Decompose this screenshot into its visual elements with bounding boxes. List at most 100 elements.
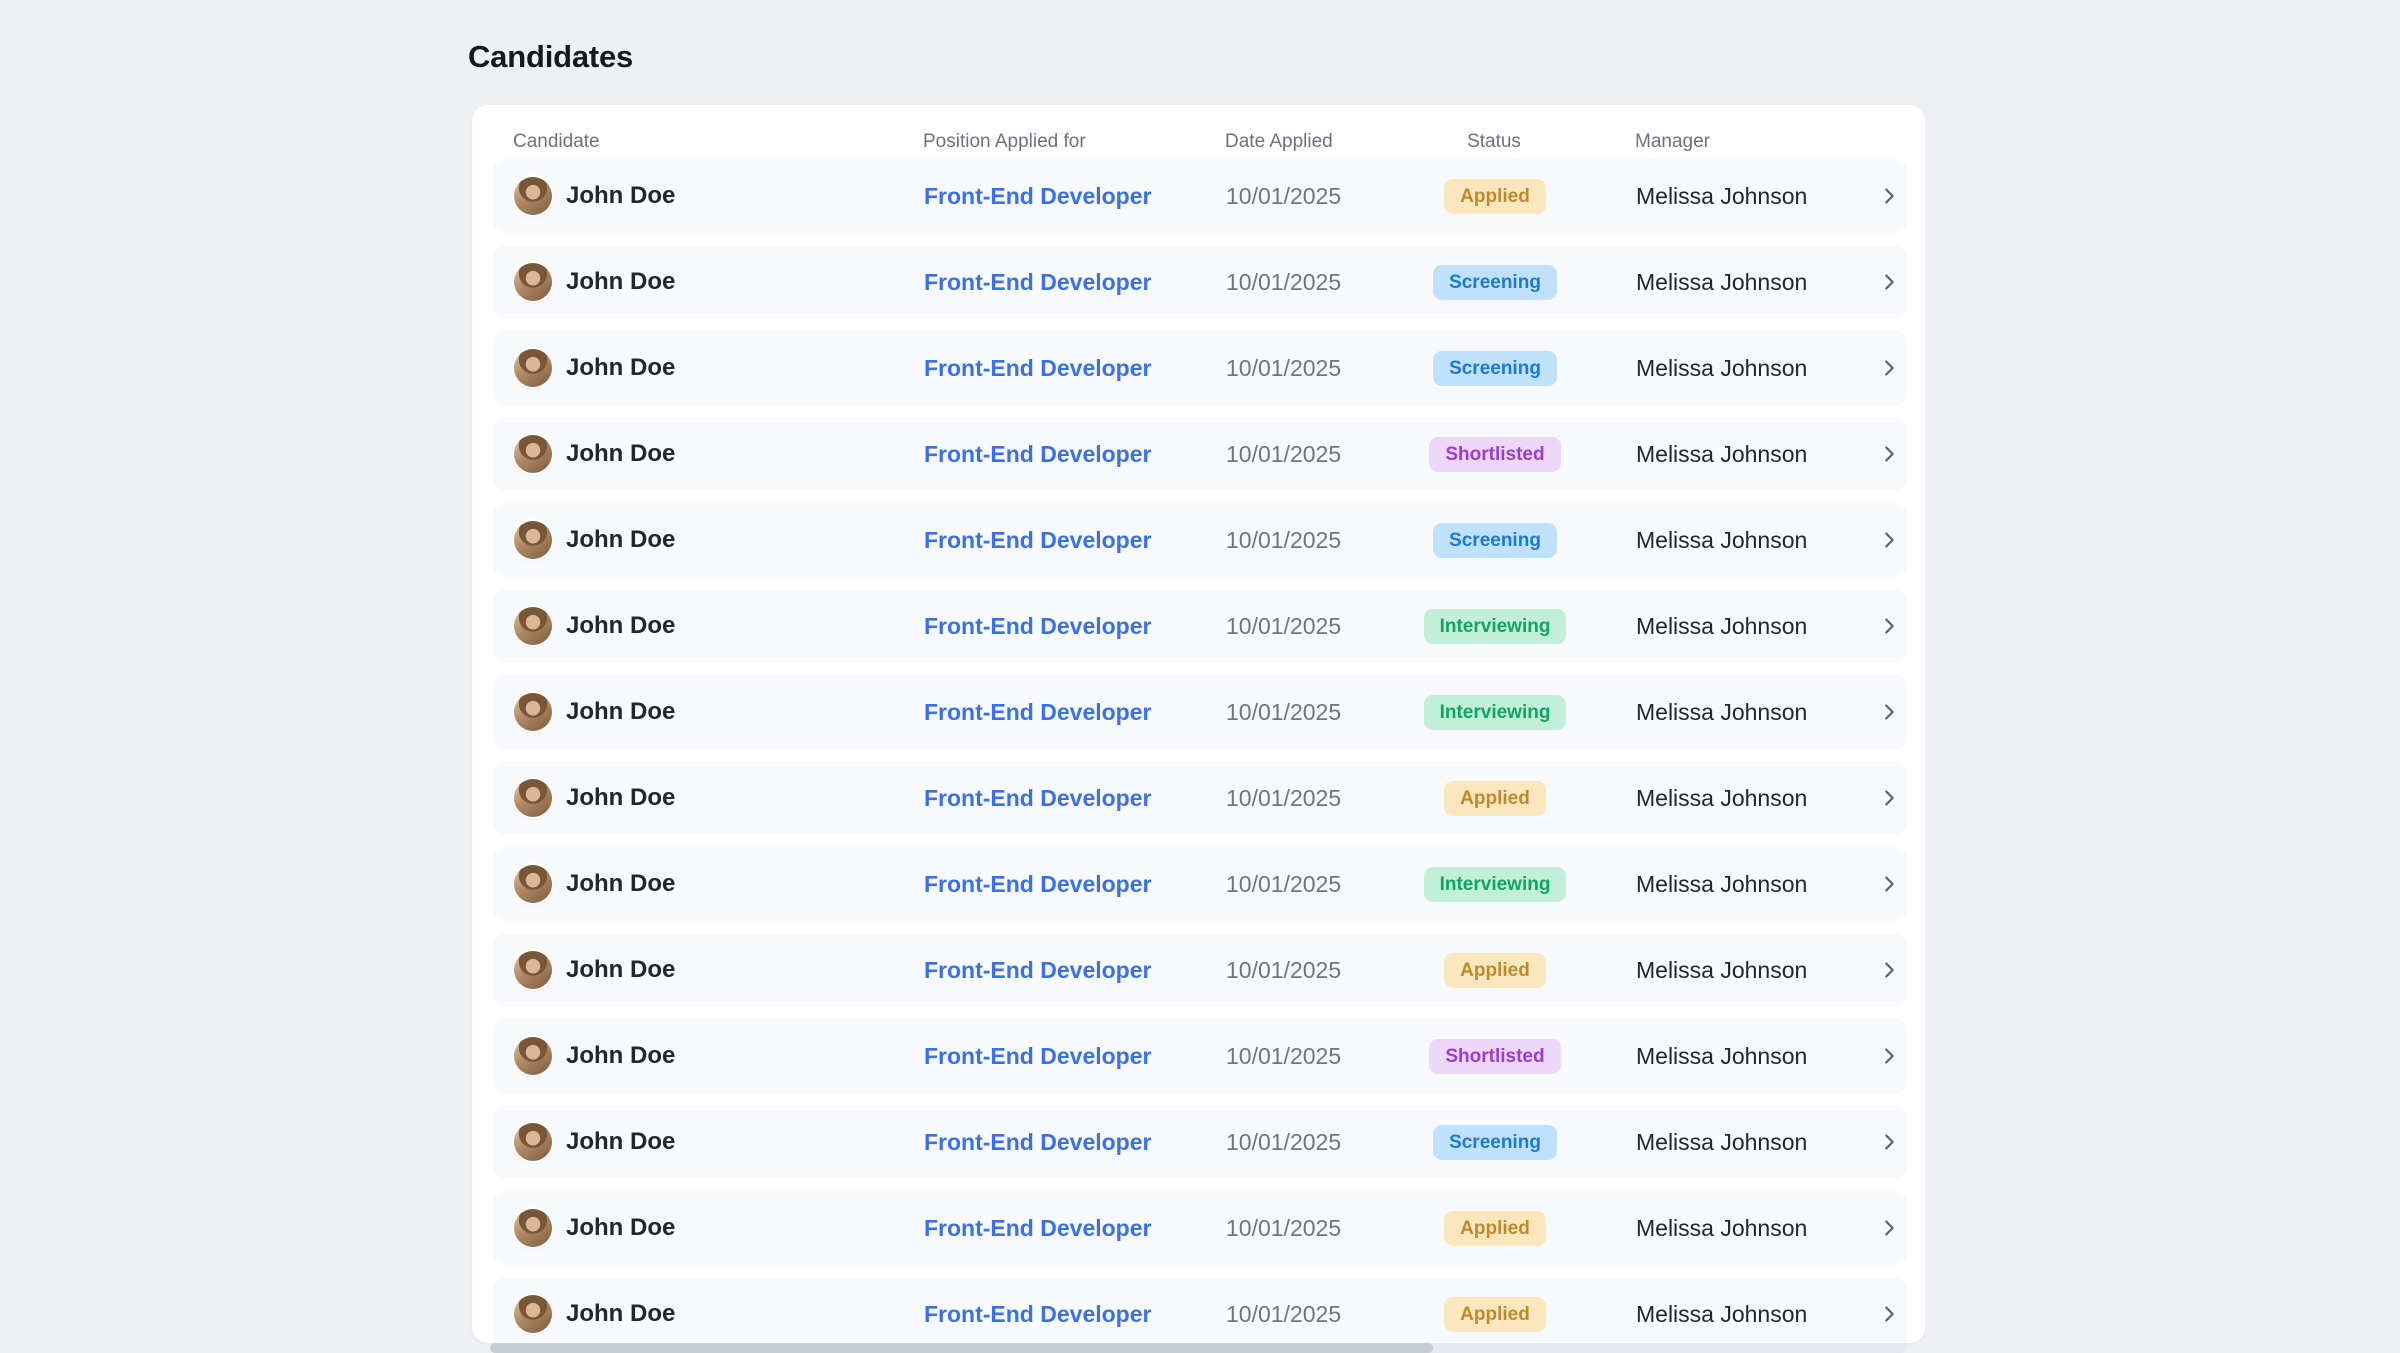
manager-cell: Melissa Johnson	[1565, 785, 1871, 812]
candidate-name: John Doe	[566, 268, 675, 296]
position-cell: Front-End Developer	[924, 613, 1226, 640]
manager-cell: Melissa Johnson	[1565, 1043, 1871, 1070]
candidate-table-row[interactable]: John Doe Front-End Developer 10/01/2025 …	[493, 245, 1907, 319]
position-link[interactable]: Front-End Developer	[924, 355, 1151, 381]
chevron-right-icon	[1878, 1045, 1900, 1067]
position-link[interactable]: Front-End Developer	[924, 699, 1151, 725]
candidate-cell: John Doe	[514, 1209, 924, 1247]
position-link[interactable]: Front-End Developer	[924, 871, 1151, 897]
candidate-table-row[interactable]: John Doe Front-End Developer 10/01/2025 …	[493, 159, 1907, 233]
status-cell: Applied	[1425, 179, 1565, 214]
candidates-table-card: Candidate Position Applied for Date Appl…	[472, 105, 1925, 1343]
candidate-table-row[interactable]: John Doe Front-End Developer 10/01/2025 …	[493, 1019, 1907, 1093]
horizontal-scrollbar-track[interactable]	[490, 1343, 1907, 1353]
candidate-avatar	[514, 951, 552, 989]
chevron-right-icon	[1878, 1131, 1900, 1153]
candidate-avatar	[514, 177, 552, 215]
status-cell: Screening	[1425, 523, 1565, 558]
status-cell: Interviewing	[1425, 867, 1565, 902]
status-badge: Shortlisted	[1429, 437, 1560, 472]
candidate-cell: John Doe	[514, 779, 924, 817]
date-applied-cell: 10/01/2025	[1226, 1129, 1425, 1156]
position-link[interactable]: Front-End Developer	[924, 785, 1151, 811]
candidate-name: John Doe	[566, 1042, 675, 1070]
column-header-position: Position Applied for	[923, 131, 1225, 153]
candidate-name: John Doe	[566, 1214, 675, 1242]
date-applied-cell: 10/01/2025	[1226, 613, 1425, 640]
candidate-table-row[interactable]: John Doe Front-End Developer 10/01/2025 …	[493, 761, 1907, 835]
status-cell: Shortlisted	[1425, 437, 1565, 472]
position-cell: Front-End Developer	[924, 1215, 1226, 1242]
manager-cell: Melissa Johnson	[1565, 355, 1871, 382]
column-header-date-applied: Date Applied	[1225, 131, 1424, 153]
candidate-table-row[interactable]: John Doe Front-End Developer 10/01/2025 …	[493, 675, 1907, 749]
position-link[interactable]: Front-End Developer	[924, 269, 1151, 295]
date-applied-cell: 10/01/2025	[1226, 355, 1425, 382]
candidate-avatar	[514, 693, 552, 731]
page-title: Candidates	[468, 39, 633, 75]
position-link[interactable]: Front-End Developer	[924, 1301, 1151, 1327]
status-badge: Interviewing	[1424, 867, 1567, 902]
status-badge: Shortlisted	[1429, 1039, 1560, 1074]
status-badge: Interviewing	[1424, 609, 1567, 644]
position-link[interactable]: Front-End Developer	[924, 183, 1151, 209]
date-applied-cell: 10/01/2025	[1226, 1043, 1425, 1070]
candidate-name: John Doe	[566, 1128, 675, 1156]
horizontal-scrollbar-thumb[interactable]	[490, 1343, 1433, 1353]
candidate-table-row[interactable]: John Doe Front-End Developer 10/01/2025 …	[493, 1105, 1907, 1179]
manager-cell: Melissa Johnson	[1565, 957, 1871, 984]
status-cell: Applied	[1425, 1211, 1565, 1246]
status-badge: Screening	[1433, 265, 1557, 300]
candidate-avatar	[514, 1209, 552, 1247]
position-link[interactable]: Front-End Developer	[924, 1043, 1151, 1069]
candidate-cell: John Doe	[514, 865, 924, 903]
position-cell: Front-End Developer	[924, 441, 1226, 468]
position-link[interactable]: Front-End Developer	[924, 613, 1151, 639]
manager-cell: Melissa Johnson	[1565, 527, 1871, 554]
manager-cell: Melissa Johnson	[1565, 871, 1871, 898]
status-badge: Applied	[1444, 781, 1546, 816]
chevron-right-icon	[1878, 701, 1900, 723]
status-cell: Interviewing	[1425, 695, 1565, 730]
candidate-cell: John Doe	[514, 693, 924, 731]
manager-cell: Melissa Johnson	[1565, 699, 1871, 726]
candidate-table-row[interactable]: John Doe Front-End Developer 10/01/2025 …	[493, 1191, 1907, 1265]
position-link[interactable]: Front-End Developer	[924, 441, 1151, 467]
status-badge: Applied	[1444, 1297, 1546, 1332]
candidate-table-row[interactable]: John Doe Front-End Developer 10/01/2025 …	[493, 331, 1907, 405]
candidate-cell: John Doe	[514, 521, 924, 559]
chevron-right-icon	[1878, 443, 1900, 465]
manager-cell: Melissa Johnson	[1565, 183, 1871, 210]
status-cell: Screening	[1425, 351, 1565, 386]
position-link[interactable]: Front-End Developer	[924, 1215, 1151, 1241]
status-cell: Applied	[1425, 953, 1565, 988]
position-link[interactable]: Front-End Developer	[924, 1129, 1151, 1155]
status-cell: Applied	[1425, 1297, 1565, 1332]
candidate-table-row[interactable]: John Doe Front-End Developer 10/01/2025 …	[493, 417, 1907, 491]
table-body: John Doe Front-End Developer 10/01/2025 …	[472, 159, 1925, 1343]
position-cell: Front-End Developer	[924, 871, 1226, 898]
status-cell: Shortlisted	[1425, 1039, 1565, 1074]
chevron-right-icon	[1878, 185, 1900, 207]
candidate-name: John Doe	[566, 698, 675, 726]
candidate-cell: John Doe	[514, 1123, 924, 1161]
row-actions-cell	[1871, 271, 1907, 293]
status-badge: Screening	[1433, 351, 1557, 386]
candidate-table-row[interactable]: John Doe Front-End Developer 10/01/2025 …	[493, 933, 1907, 1007]
candidate-table-row[interactable]: John Doe Front-End Developer 10/01/2025 …	[493, 503, 1907, 577]
candidate-name: John Doe	[566, 956, 675, 984]
position-cell: Front-End Developer	[924, 1129, 1226, 1156]
candidate-cell: John Doe	[514, 1037, 924, 1075]
candidate-table-row[interactable]: John Doe Front-End Developer 10/01/2025 …	[493, 589, 1907, 663]
date-applied-cell: 10/01/2025	[1226, 441, 1425, 468]
candidate-name: John Doe	[566, 526, 675, 554]
row-actions-cell	[1871, 1131, 1907, 1153]
row-actions-cell	[1871, 357, 1907, 379]
date-applied-cell: 10/01/2025	[1226, 871, 1425, 898]
position-link[interactable]: Front-End Developer	[924, 957, 1151, 983]
chevron-right-icon	[1878, 959, 1900, 981]
candidate-table-row[interactable]: John Doe Front-End Developer 10/01/2025 …	[493, 1277, 1907, 1343]
position-link[interactable]: Front-End Developer	[924, 527, 1151, 553]
date-applied-cell: 10/01/2025	[1226, 1301, 1425, 1328]
candidate-table-row[interactable]: John Doe Front-End Developer 10/01/2025 …	[493, 847, 1907, 921]
